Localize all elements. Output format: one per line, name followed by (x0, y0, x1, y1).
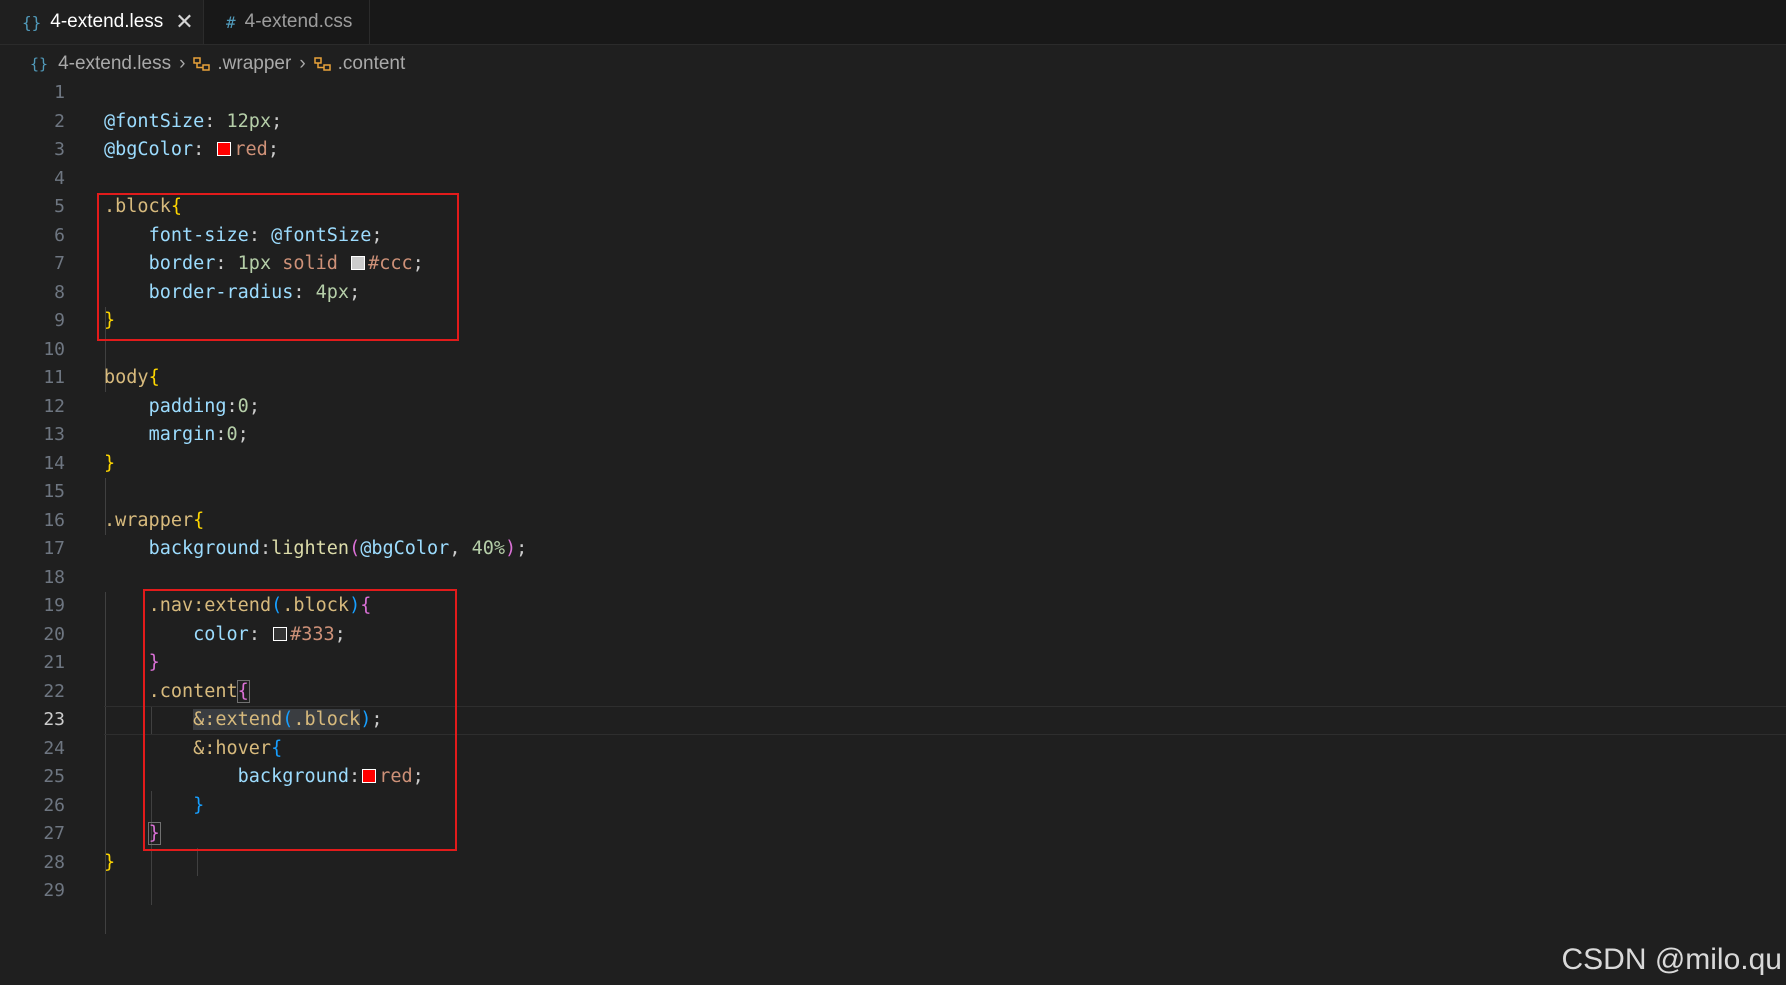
breadcrumb-file[interactable]: {} 4-extend.less (30, 53, 171, 75)
code-line: 2 @fontSize: 12px; (54, 110, 283, 132)
breadcrumb-symbol-wrapper[interactable]: .wrapper (193, 53, 291, 75)
code-line: 12 padding:0; (43, 395, 260, 417)
code-line-current: 23 &:extend(.block); (0, 706, 1786, 735)
tab-4-extend-less[interactable]: {} 4-extend.less ✕ (0, 0, 204, 44)
chevron-right-icon: › (179, 53, 186, 74)
color-swatch-ccc[interactable] (351, 256, 366, 270)
less-file-icon: {} (22, 12, 42, 32)
code-line: 4 (54, 167, 65, 189)
code-line: 14} (43, 452, 116, 474)
code-line: 9} (54, 310, 116, 331)
code-line: 11 body{ (43, 367, 160, 388)
tab-label: 4-extend.less (50, 11, 164, 32)
breadcrumb-symbol-content[interactable]: .content (313, 53, 406, 75)
code-editor[interactable]: 1 2 @fontSize: 12px; 3 @bgColor: red; 4 5.… (0, 79, 1786, 934)
css-file-icon: # (226, 12, 236, 32)
color-swatch-red[interactable] (217, 142, 232, 156)
code-line: 22 .content{ (43, 679, 250, 703)
close-icon[interactable]: ✕ (175, 11, 193, 33)
code-line: 18 (43, 566, 65, 588)
code-line: 21 } (43, 652, 160, 673)
chevron-right-icon: › (299, 53, 306, 74)
color-swatch-red[interactable] (362, 769, 377, 783)
code-line: 26 } (43, 794, 205, 816)
breadcrumb-symbol-label: .content (337, 53, 406, 74)
breadcrumb-symbol-label: .wrapper (217, 53, 292, 74)
tab-label: 4-extend.css (244, 11, 353, 32)
code-line: 6 font-size: @fontSize; (54, 224, 383, 246)
color-swatch-333[interactable] (273, 626, 288, 641)
code-line: 28} (43, 851, 116, 873)
code-line: 19 .nav:extend(.block){ (43, 595, 372, 616)
breadcrumb-file-label: 4-extend.less (58, 53, 172, 74)
code-line: 13 margin:0; (43, 424, 249, 445)
code-line: 16 .wrapper{ (43, 509, 205, 531)
tab-bar: {} 4-extend.less ✕ # 4-extend.css (0, 0, 1786, 45)
code-line: 25 background: red; (43, 766, 424, 787)
code-line: 3 @bgColor: red; (54, 139, 279, 160)
watermark: CSDN @milo.qu (1561, 943, 1782, 976)
code-line: 29 (43, 880, 65, 901)
tab-4-extend-css[interactable]: # 4-extend.css (204, 0, 370, 44)
code-line: 24 &:hover{ (43, 737, 283, 759)
css-selector-icon (313, 56, 332, 72)
code-line: 8 border-radius: 4px; (54, 281, 361, 303)
less-file-icon: {} (30, 55, 49, 73)
code-line: 15 (43, 481, 65, 502)
code-line: 20 color: #333; (43, 623, 346, 645)
code-line: 5 .block{ (54, 196, 182, 217)
breadcrumb: {} 4-extend.less › .wrapper › .content (30, 50, 405, 78)
code-line: 17 background:lighten(@bgColor, 40%); (43, 538, 528, 559)
css-selector-icon (193, 56, 211, 72)
code-line: 7 border: 1px solid #ccc; (54, 253, 424, 274)
code-line: 27 } (43, 822, 161, 845)
code-line: 10 (43, 338, 65, 360)
code-line: 1 (54, 82, 65, 103)
